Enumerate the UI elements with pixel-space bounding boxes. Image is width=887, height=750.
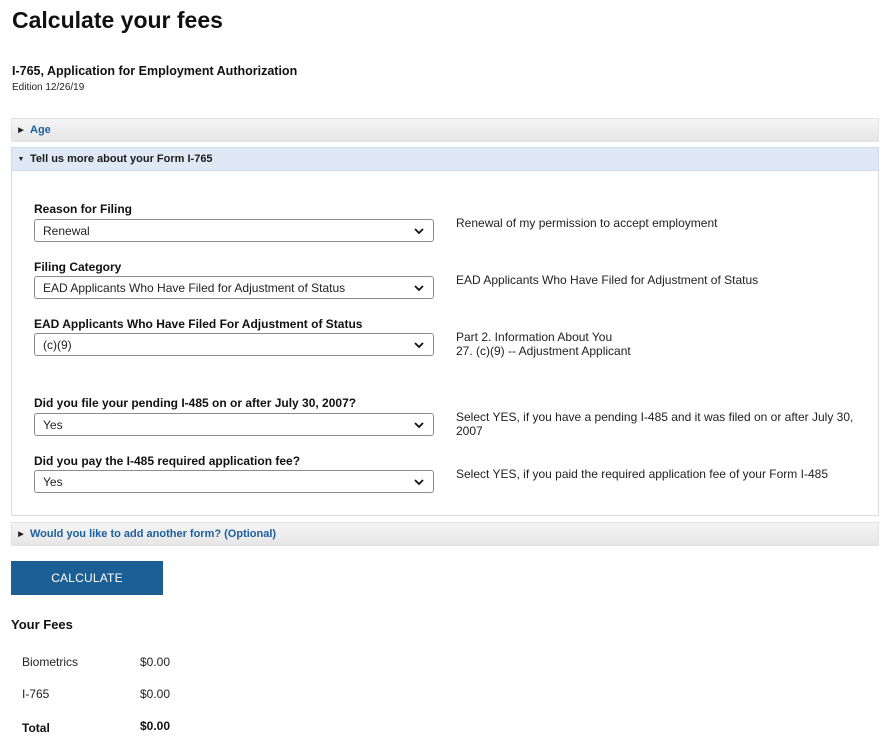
subcategory-select-value: (c)(9) [43,337,72,352]
i485-date-select[interactable]: Yes [34,413,434,436]
chevron-down-icon [414,422,424,429]
category-label: Filing Category [34,260,122,274]
fee-row-name: I-765 [22,687,50,701]
caret-right-icon: ▶ [18,127,24,134]
caret-right-icon: ▶ [18,531,24,538]
i485-fee-select[interactable]: Yes [34,470,434,493]
chevron-down-icon [414,228,424,235]
page-title: Calculate your fees [12,7,223,33]
i485-fee-label: Did you pay the I-485 required applicati… [34,454,301,468]
category-help: EAD Applicants Who Have Filed for Adjust… [456,273,759,287]
accordion-form-details[interactable]: ▼ Tell us more about your Form I-765 [11,147,879,171]
fee-total-amount: $0.00 [140,719,171,733]
reason-select[interactable]: Renewal [34,219,434,242]
caret-down-icon: ▼ [17,155,25,163]
chevron-down-icon [414,479,424,486]
category-select[interactable]: EAD Applicants Who Have Filed for Adjust… [34,276,434,299]
fee-total-label: Total [22,721,50,735]
accordion-add-form-label: Would you like to add another form? (Opt… [30,528,277,540]
calculate-button[interactable]: CALCULATE [11,561,163,595]
i485-date-help: Select YES, if you have a pending I-485 … [456,410,854,438]
accordion-form-details-label: Tell us more about your Form I-765 [30,153,213,165]
subcategory-select[interactable]: (c)(9) [34,333,434,356]
i485-date-select-value: Yes [43,417,63,432]
i485-date-label: Did you file your pending I-485 on or af… [34,396,357,410]
accordion-age[interactable]: ▶ Age [11,118,879,142]
category-select-value: EAD Applicants Who Have Filed for Adjust… [43,280,346,295]
i485-fee-help: Select YES, if you paid the required app… [456,467,828,481]
fee-row-amount: $0.00 [140,687,171,701]
i485-fee-select-value: Yes [43,474,63,489]
reason-label: Reason for Filing [34,202,133,216]
reason-help: Renewal of my permission to accept emplo… [456,216,718,230]
chevron-down-icon [414,342,424,349]
form-name: I-765, Application for Employment Author… [12,64,298,78]
fee-row-name: Biometrics [22,655,79,669]
subcategory-label: EAD Applicants Who Have Filed For Adjust… [34,317,363,331]
chevron-down-icon [414,285,424,292]
fees-heading: Your Fees [11,617,73,632]
fee-row-amount: $0.00 [140,655,171,669]
reason-select-value: Renewal [43,223,90,238]
subcategory-help: Part 2. Information About You 27. (c)(9)… [456,330,631,358]
form-edition: Edition 12/26/19 [12,82,85,93]
accordion-add-form[interactable]: ▶ Would you like to add another form? (O… [11,522,879,546]
accordion-age-label: Age [30,124,51,136]
